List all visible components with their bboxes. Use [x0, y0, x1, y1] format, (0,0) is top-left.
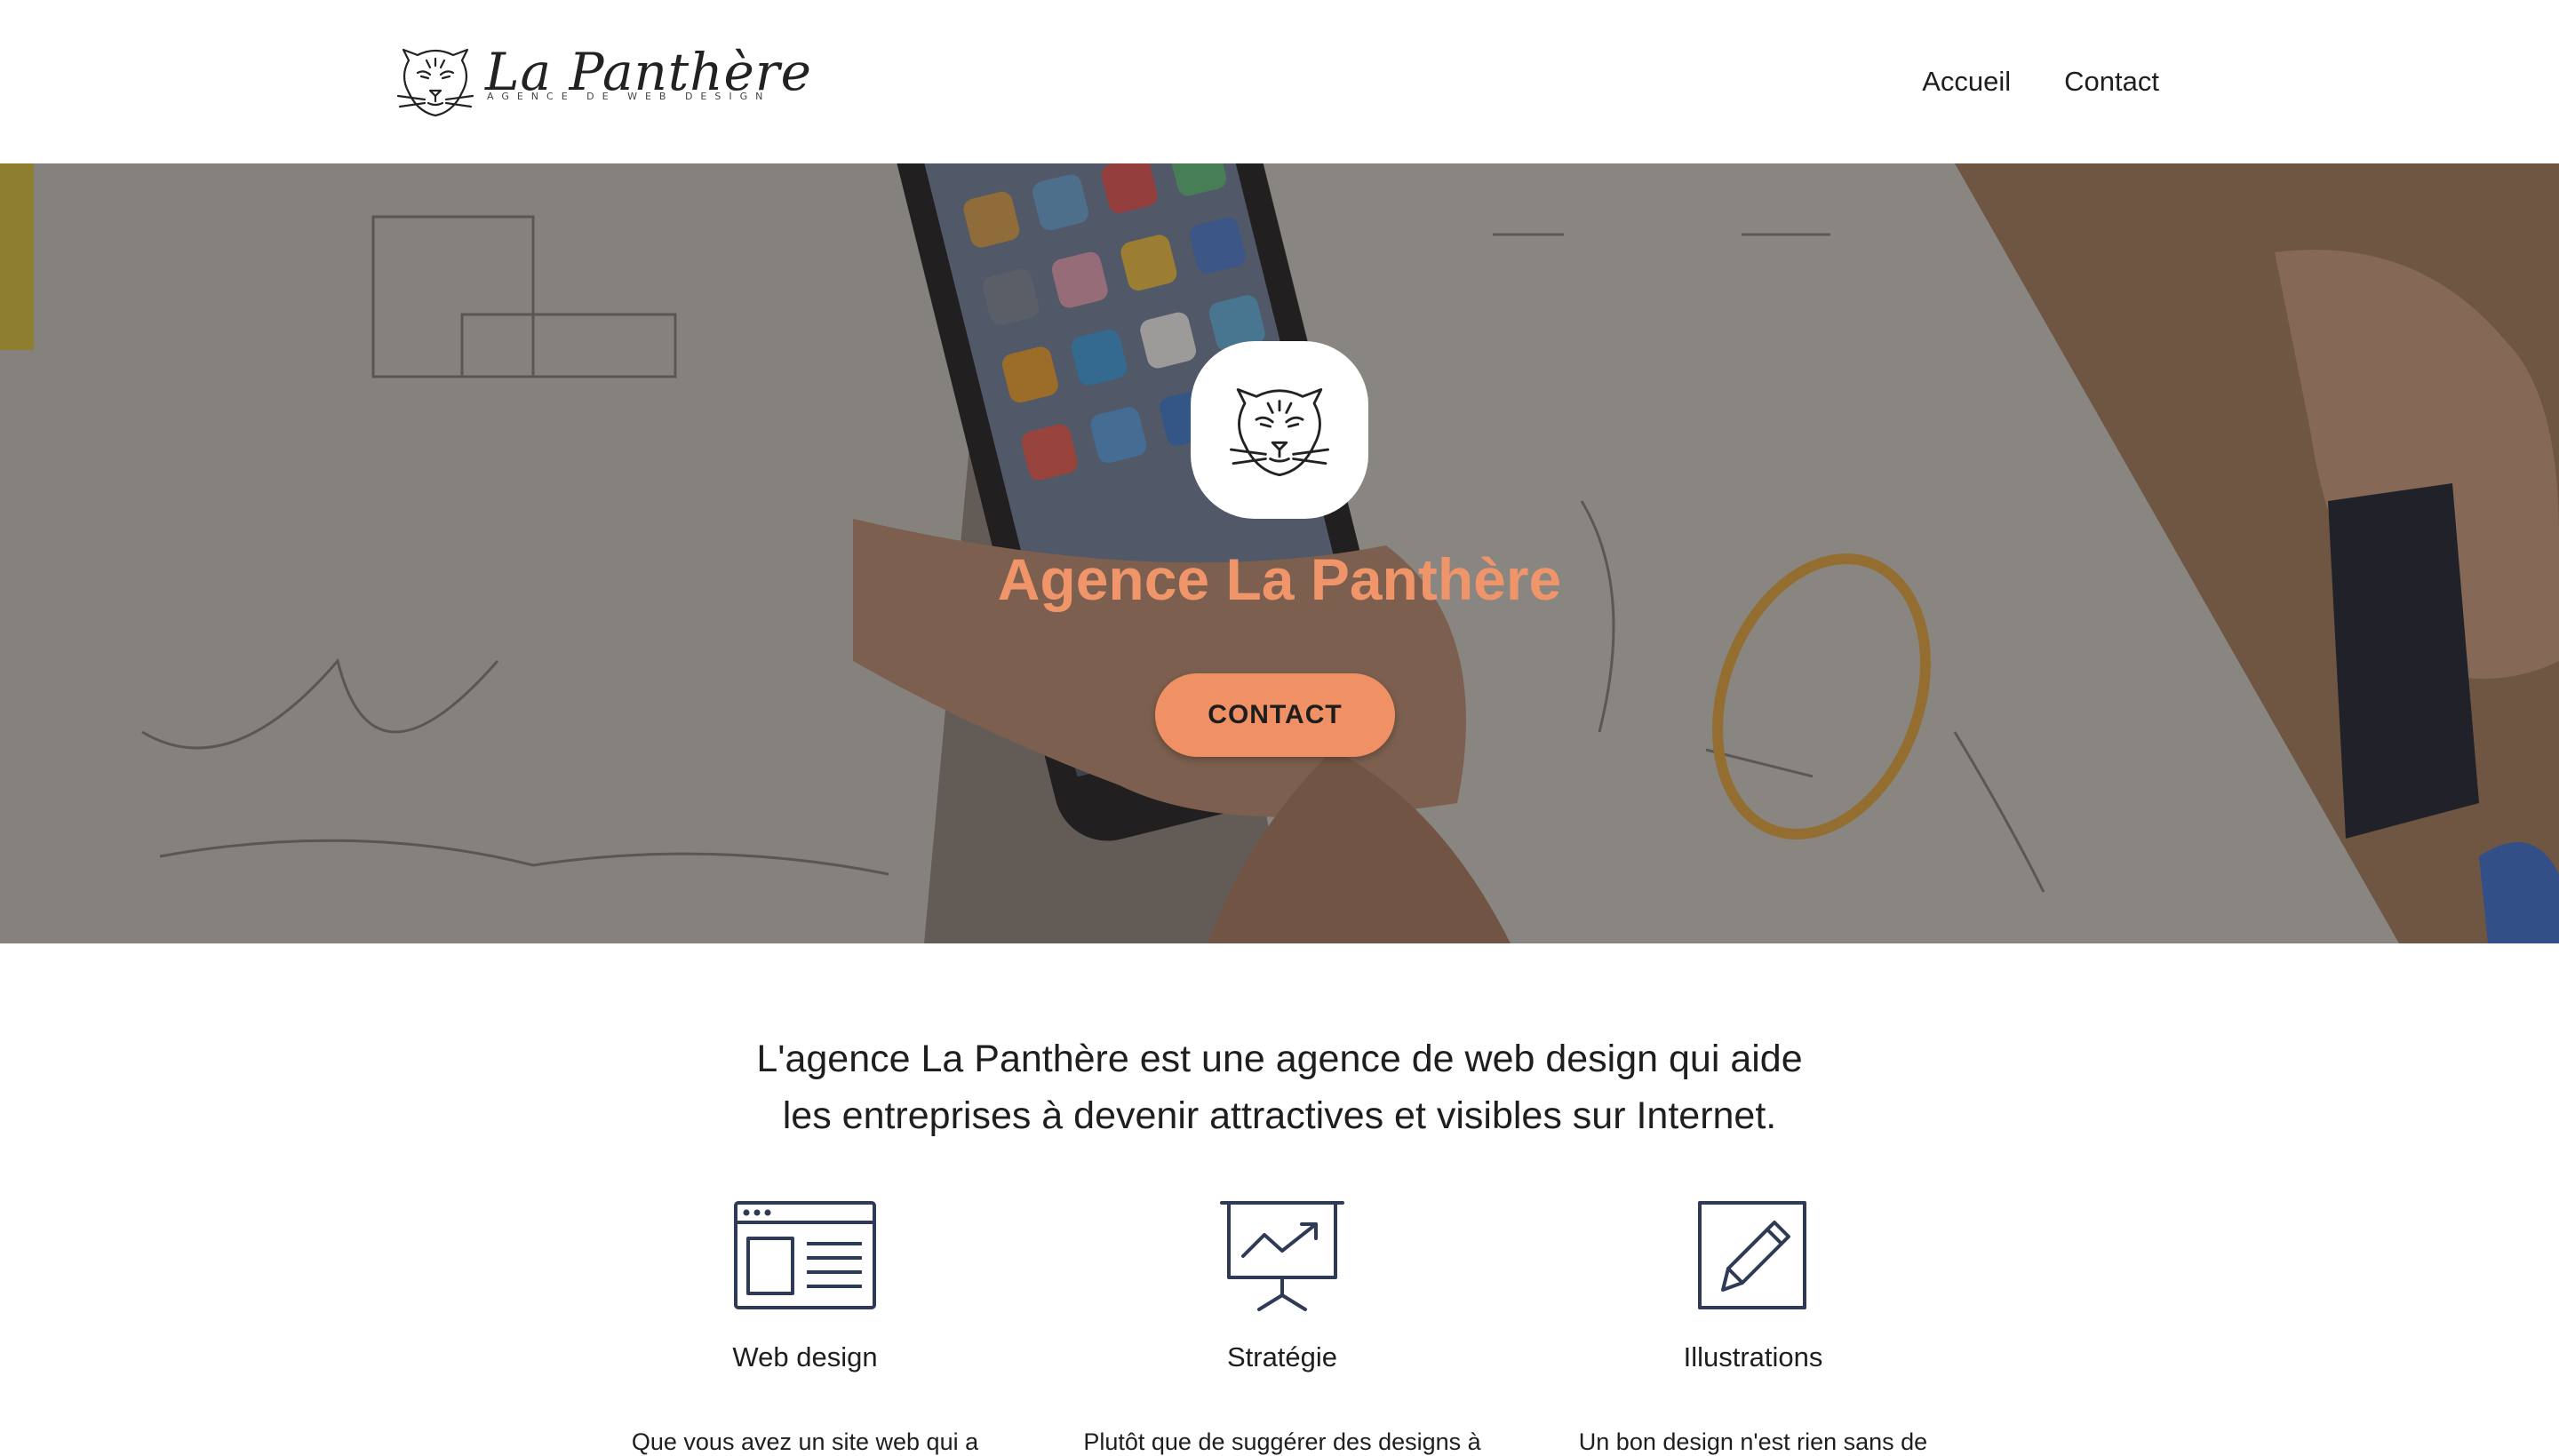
service-title: Web design: [732, 1341, 878, 1372]
hero-logo: [1191, 341, 1368, 519]
service-illustrations: Illustrations Un bon design n'est rien s…: [1522, 1199, 1984, 1456]
hero-title: Agence La Panthère: [997, 546, 1562, 612]
intro-text: L'agence La Panthère est une agence de w…: [0, 1030, 2559, 1144]
intro-line-1: L'agence La Panthère est une agence de w…: [756, 1038, 1803, 1080]
main-nav: Accueil Contact: [1922, 66, 2159, 98]
panther-logo-icon: [396, 48, 474, 117]
service-description: Que vous avez un site web qui a: [631, 1428, 979, 1455]
service-description: Plutôt que de suggérer des designs à: [1083, 1428, 1481, 1455]
nav-link-accueil[interactable]: Accueil: [1922, 66, 2011, 98]
presentation-chart-icon: [1220, 1201, 1344, 1311]
panther-head-icon: [1229, 388, 1330, 477]
service-web-design: Web design Que vous avez un site web qui…: [574, 1199, 1036, 1456]
service-title: Stratégie: [1226, 1341, 1338, 1372]
hero-section: Agence La Panthère CONTACT: [0, 163, 2559, 943]
pencil-edit-icon: [1698, 1201, 1806, 1309]
service-strategie: Stratégie Plutôt que de suggérer des des…: [1051, 1199, 1513, 1456]
nav-link-contact[interactable]: Contact: [2064, 66, 2159, 98]
service-description: Un bon design n'est rien sans de: [1578, 1428, 1928, 1455]
site-header: La Panthère AGENCE DE WEB DESIGN Accueil…: [0, 0, 2559, 163]
service-title: Illustrations: [1683, 1341, 1823, 1372]
browser-layout-icon: [734, 1201, 876, 1309]
intro-line-2: les entreprises à devenir attractives et…: [782, 1094, 1777, 1137]
brand-tagline: AGENCE DE WEB DESIGN: [487, 91, 771, 102]
brand-text: La Panthère AGENCE DE WEB DESIGN: [485, 41, 812, 121]
contact-cta-button[interactable]: CONTACT: [1155, 673, 1395, 757]
brand-logo-link[interactable]: La Panthère AGENCE DE WEB DESIGN: [391, 41, 812, 121]
